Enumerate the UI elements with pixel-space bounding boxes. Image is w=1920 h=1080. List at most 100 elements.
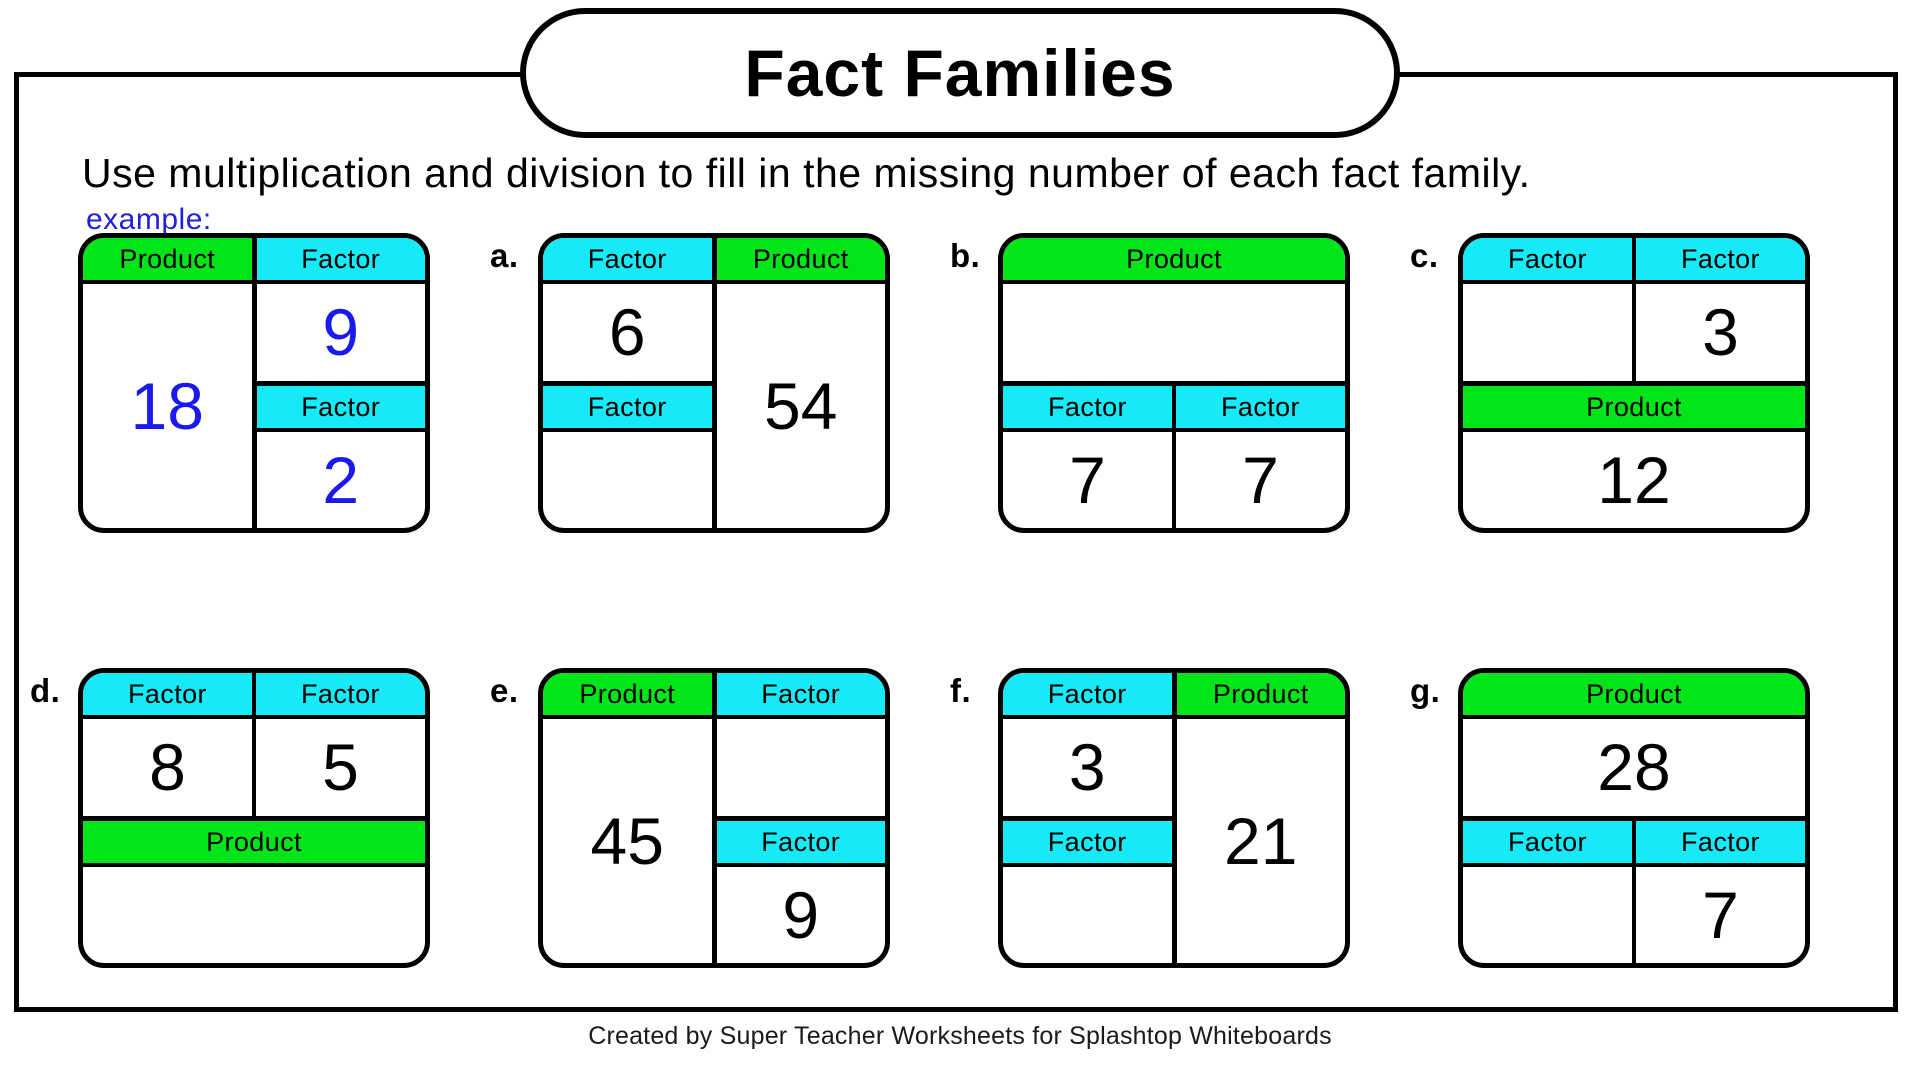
example-label: example: [86, 203, 212, 236]
instructions-text: Use multiplication and division to fill … [82, 150, 1531, 196]
factor-header: Factor [1463, 238, 1632, 284]
value-cell[interactable]: 9 [717, 867, 886, 964]
box-section: Factor 8 [83, 673, 256, 816]
answer-blank-cell[interactable] [1003, 284, 1345, 381]
answer-blank-cell[interactable] [1463, 867, 1632, 964]
problem-slot-f: f. Factor 3 Factor Product 21 [950, 668, 1350, 978]
problem-slot-c: c. Factor Factor 3 Product 12 [1410, 233, 1810, 543]
value-cell[interactable]: 7 [1176, 432, 1345, 529]
factor-header: Factor [1003, 820, 1172, 867]
fact-family-box-g[interactable]: Product 28 Factor Factor 7 [1458, 668, 1810, 968]
problem-label-d: d. [30, 672, 61, 709]
box-section: Factor 7 Factor 7 [1003, 385, 1345, 529]
box-section: Factor 6 Factor [543, 238, 717, 528]
product-header: Product [83, 820, 425, 867]
footer-credit: Created by Super Teacher Worksheets for … [588, 1022, 1332, 1050]
fact-family-box-c[interactable]: Factor Factor 3 Product 12 [1458, 233, 1810, 533]
box-section: Factor [716, 673, 886, 821]
value-cell[interactable]: 9 [257, 284, 426, 381]
value-cell[interactable]: 6 [543, 284, 712, 381]
factor-header: Factor [1176, 385, 1345, 432]
problem-slot-d: d. Factor 8 Factor 5 Product [30, 668, 430, 978]
value-cell[interactable]: 18 [83, 284, 252, 528]
factor-header: Factor [256, 238, 425, 284]
box-section: Factor 7 [1176, 385, 1345, 529]
value-cell[interactable]: 7 [1003, 432, 1172, 529]
value-cell[interactable]: 3 [1636, 284, 1805, 381]
fact-family-box-e[interactable]: Product 45 Factor Factor 9 [538, 668, 890, 968]
box-section: Factor 9 [716, 820, 886, 964]
factor-header: Factor [1636, 238, 1805, 284]
problem-label-g: g. [1410, 672, 1441, 709]
value-cell[interactable]: 3 [1003, 719, 1172, 816]
problem-slot-b: b. Product Factor 7 Factor 7 [950, 233, 1350, 543]
product-header: Product [1463, 385, 1805, 432]
box-section: Factor [1463, 820, 1636, 964]
value-cell[interactable]: 12 [1463, 432, 1805, 529]
problem-row-top: Product 18 Factor 9 Factor 2 a. Factor 6 Factor Pr… [0, 233, 1920, 543]
box-section: Factor 3 [1003, 673, 1172, 821]
box-section: Product 45 [543, 673, 717, 963]
box-section: Factor 3 [1636, 238, 1805, 381]
problem-slot-a: a. Factor 6 Factor Product 54 [490, 233, 890, 543]
answer-blank-cell[interactable] [543, 432, 712, 529]
factor-header: Factor [1463, 820, 1632, 867]
problem-slot-g: g. Product 28 Factor Factor 7 [1410, 668, 1810, 978]
box-section: Product 12 [1463, 385, 1805, 529]
value-cell[interactable]: 7 [1636, 867, 1805, 964]
fact-family-box-f[interactable]: Factor 3 Factor Product 21 [998, 668, 1350, 968]
problem-slot-example: Product 18 Factor 9 Factor 2 [30, 233, 430, 543]
factor-header: Factor [1003, 673, 1172, 719]
box-section: Factor 2 [256, 385, 426, 529]
problem-label-f: f. [950, 672, 972, 709]
fact-family-box-b[interactable]: Product Factor 7 Factor 7 [998, 233, 1350, 533]
box-section: Product 21 [1176, 673, 1346, 963]
box-section: Factor Factor 9 [716, 673, 886, 964]
product-header: Product [1176, 673, 1345, 719]
value-cell[interactable]: 21 [1177, 719, 1346, 963]
value-cell[interactable]: 45 [543, 719, 712, 963]
product-header: Product [1003, 238, 1345, 284]
fact-family-box-a[interactable]: Factor 6 Factor Product 54 [538, 233, 890, 533]
value-cell[interactable]: 8 [83, 719, 252, 816]
box-section: Factor 3 Factor [1003, 673, 1177, 963]
factor-header: Factor [716, 673, 885, 719]
fact-family-box-d[interactable]: Factor 8 Factor 5 Product [78, 668, 430, 968]
factor-header: Factor [543, 238, 712, 284]
answer-blank-cell[interactable] [717, 719, 886, 816]
problem-row-bottom: d. Factor 8 Factor 5 Product e. Product 45 Factor… [0, 668, 1920, 978]
box-section: Factor Factor 7 [1463, 820, 1805, 964]
box-section: Factor 9 [256, 238, 426, 386]
answer-blank-cell[interactable] [1463, 284, 1632, 381]
fact-family-box-example[interactable]: Product 18 Factor 9 Factor 2 [78, 233, 430, 533]
value-cell[interactable]: 54 [717, 284, 886, 528]
answer-blank-cell[interactable] [83, 867, 425, 964]
factor-header: Factor [83, 673, 252, 719]
value-cell[interactable]: 28 [1463, 719, 1805, 816]
box-section: Product 18 [83, 238, 257, 528]
worksheet-title-banner: Fact Families [520, 8, 1400, 138]
factor-header: Factor [716, 820, 885, 867]
factor-header: Factor [1636, 820, 1805, 867]
product-header: Product [1463, 673, 1805, 719]
box-section: Factor Factor 3 [1463, 238, 1805, 386]
box-section: Factor [543, 385, 712, 529]
product-header: Product [543, 673, 712, 719]
box-section: Factor 7 [1003, 385, 1176, 529]
problem-label-c: c. [1410, 237, 1439, 274]
problem-slot-e: e. Product 45 Factor Factor 9 [490, 668, 890, 978]
value-cell[interactable]: 2 [257, 432, 426, 529]
factor-header: Factor [1003, 385, 1172, 432]
box-section: Factor 8 Factor 5 [83, 673, 425, 821]
product-header: Product [83, 238, 252, 284]
value-cell[interactable]: 5 [256, 719, 425, 816]
factor-header: Factor [256, 673, 425, 719]
box-section: Factor 5 [256, 673, 425, 816]
box-section: Factor 9 Factor 2 [256, 238, 426, 529]
problem-label-b: b. [950, 237, 981, 274]
box-section: Product 28 [1463, 673, 1805, 821]
problem-label-a: a. [490, 237, 519, 274]
box-section: Product [83, 820, 425, 964]
answer-blank-cell[interactable] [1003, 867, 1172, 964]
page-title: Fact Families [744, 36, 1176, 110]
